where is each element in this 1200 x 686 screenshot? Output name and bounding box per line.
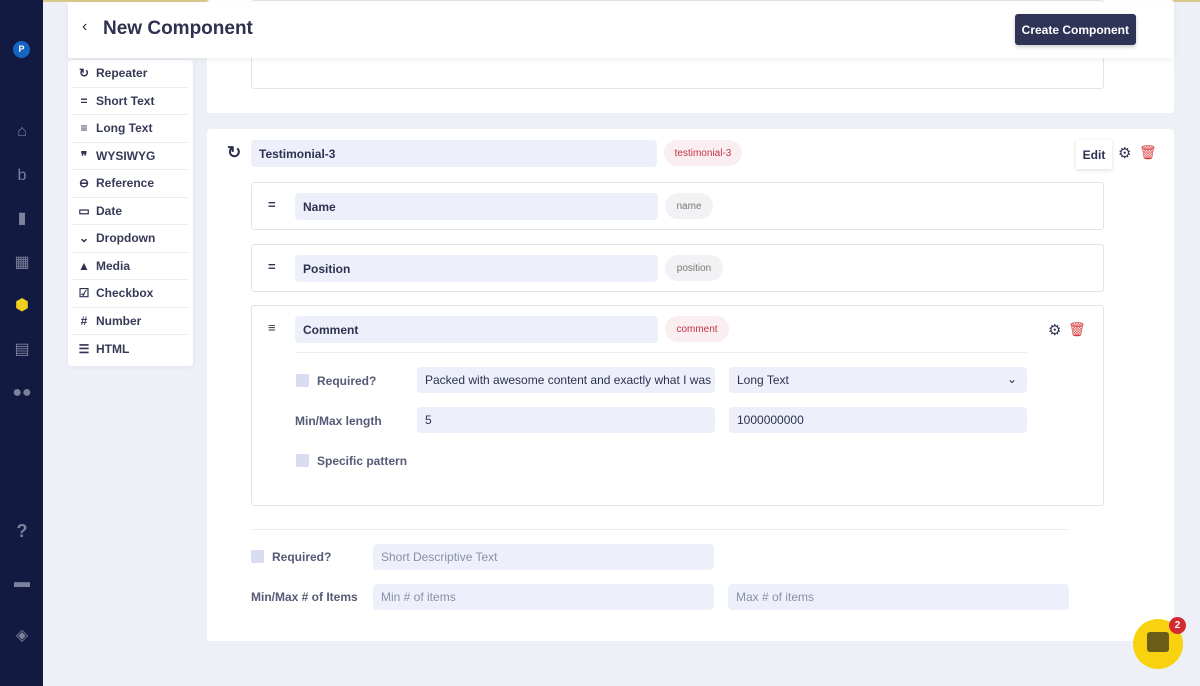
palette-item-label: Number (96, 313, 142, 328)
repeater-required-label: Required? (272, 550, 332, 564)
users-icon[interactable]: ●● (11, 382, 33, 404)
divider (295, 352, 1027, 353)
divider (251, 529, 1069, 530)
specific-pattern-label: Specific pattern (317, 454, 408, 468)
edit-button[interactable]: Edit (1076, 140, 1112, 169)
palette-item-label: WYSIWYG (96, 148, 156, 163)
palette-item-number[interactable]: # Number (72, 308, 189, 335)
trash-icon[interactable]: 🗑 (1068, 321, 1086, 338)
palette-item-date[interactable]: ▭ Date (72, 198, 189, 225)
palette-item-label: Date (96, 203, 123, 218)
palette-item-checkbox[interactable]: ☑ Checkbox (72, 280, 189, 308)
link-icon: ⊖ (78, 176, 90, 191)
home-icon[interactable]: ⌂ (11, 121, 33, 143)
layers-icon[interactable]: ◈ (11, 625, 33, 647)
minmax-items-label: Min/Max # of Items (251, 590, 358, 604)
chevron-down-icon: ⌄ (1006, 372, 1017, 386)
repeater-required-checkbox[interactable] (251, 550, 264, 563)
minmax-length-label: Min/Max length (295, 414, 382, 428)
palette-item-short-text[interactable]: = Short Text (72, 88, 189, 115)
palette-item-reference[interactable]: ⊖ Reference (72, 170, 189, 198)
short-text-icon[interactable]: = (268, 259, 276, 274)
page-title: New Component (103, 18, 253, 39)
repeat-icon: ↻ (227, 143, 242, 162)
palette-item-label: Short Text (96, 93, 155, 108)
components-icon[interactable]: ⬢ (11, 295, 33, 317)
field-name-input[interactable]: Position (295, 255, 658, 282)
palette-item-wysiwyg[interactable]: ❞ WYSIWYG (72, 143, 189, 170)
page-header: ‹ New Component Create Component (68, 2, 1174, 58)
chevron-down-icon: ⌄ (78, 231, 90, 246)
checkbox-icon: ☑ (78, 286, 90, 301)
palette-item-html[interactable]: ☰ HTML (72, 335, 189, 363)
palette-item-label: Dropdown (96, 231, 156, 246)
field-row-position: = Position position (251, 244, 1104, 292)
field-type-select[interactable]: Long Text ⌄ (729, 367, 1027, 393)
required-label: Required? (317, 374, 377, 388)
field-slug-badge: name (665, 193, 713, 219)
repeat-icon: ↻ (78, 66, 90, 81)
field-row-comment: ≡ Comment comment ⚙ 🗑 Required? Packed w… (251, 305, 1104, 506)
short-text-icon: = (80, 93, 88, 108)
palette-item-label: Repeater (96, 66, 148, 81)
short-text-icon[interactable]: = (268, 197, 276, 212)
list-icon: ☰ (78, 341, 90, 356)
default-value-input[interactable]: Packed with awesome content and exactly … (417, 367, 715, 393)
avatar[interactable]: P (13, 41, 30, 58)
min-length-input[interactable]: 5 (417, 407, 715, 433)
palette-item-dropdown[interactable]: ⌄ Dropdown (72, 225, 189, 253)
specific-pattern-checkbox[interactable] (296, 454, 309, 467)
gear-icon[interactable]: ⚙ (1118, 144, 1131, 162)
repeater-slug-badge: testimonial-3 (664, 140, 742, 166)
chevron-left-icon[interactable]: ‹ (82, 18, 87, 36)
min-items-input[interactable]: Min # of items (373, 584, 714, 610)
help-icon[interactable]: ? (11, 520, 33, 542)
long-text-icon[interactable]: ≡ (268, 320, 276, 335)
repeater-card: ↻ Testimonial-3 testimonial-3 Edit ⚙ 🗑 =… (207, 129, 1174, 641)
palette-item-label: HTML (96, 341, 130, 356)
palette-item-label: Long Text (96, 121, 153, 136)
description-input[interactable]: Short Descriptive Text (373, 544, 714, 570)
palette-item-label: Media (96, 258, 131, 273)
calendar-icon: ▭ (78, 203, 90, 218)
repeater-name-input[interactable]: Testimonial-3 (251, 140, 657, 167)
field-slug-badge: position (665, 255, 723, 281)
field-type-palette: ↻ Repeater = Short Text ≡ Long Text ❞ WYSIWY… (68, 60, 193, 366)
sidebar-nav: P ⌂ b ▮ ▦ ⬢ ▤ ●● ? ▬ ◈ (0, 0, 43, 686)
media-icon[interactable]: ▤ (11, 339, 33, 361)
chat-notification-badge: 2 (1169, 617, 1186, 634)
palette-item-label: Reference (96, 176, 155, 191)
gear-icon[interactable]: ⚙ (1048, 321, 1061, 339)
palette-item-media[interactable]: ▲ Media (72, 253, 189, 280)
palette-item-label: Checkbox (96, 286, 154, 301)
max-items-input[interactable]: Max # of items (728, 584, 1069, 610)
book-icon[interactable]: ▬ (11, 572, 33, 594)
max-length-input[interactable]: 1000000000 (729, 407, 1027, 433)
required-checkbox[interactable] (296, 374, 309, 387)
quote-icon: ❞ (80, 148, 88, 163)
chat-icon (1147, 632, 1169, 652)
trash-icon[interactable]: 🗑 (1139, 144, 1157, 161)
field-slug-badge: comment (665, 316, 729, 342)
create-component-button[interactable]: Create Component (1014, 14, 1136, 45)
field-name-input[interactable]: Name (295, 193, 658, 220)
hash-icon: # (80, 313, 88, 328)
field-name-input[interactable]: Comment (295, 316, 658, 343)
long-text-icon: ≡ (80, 121, 88, 136)
blog-icon[interactable]: b (11, 165, 33, 187)
page-icon[interactable]: ▮ (11, 208, 33, 230)
image-icon: ▲ (78, 258, 90, 273)
field-row-name: = Name name (251, 182, 1104, 230)
palette-item-repeater[interactable]: ↻ Repeater (72, 60, 189, 88)
palette-item-long-text[interactable]: ≡ Long Text (72, 115, 189, 143)
table-icon[interactable]: ▦ (11, 252, 33, 274)
field-type-value: Long Text (737, 373, 789, 387)
